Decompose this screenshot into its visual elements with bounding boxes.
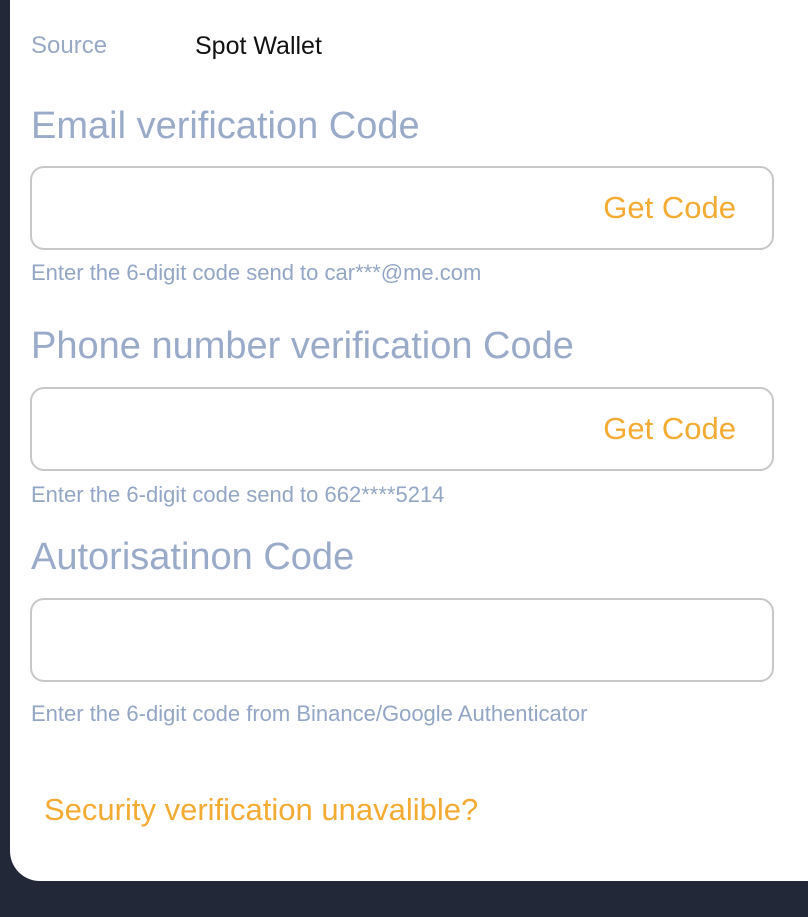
source-row: Source Spot Wallet [31, 30, 322, 62]
phone-code-input[interactable] [46, 403, 570, 457]
email-verification-title: Email verification Code [31, 105, 420, 147]
authenticator-title: Autorisatinon Code [31, 536, 355, 578]
authenticator-code-input[interactable] [46, 614, 570, 668]
verification-sheet: Source Spot Wallet Email verification Co… [10, 0, 808, 881]
security-verification-unavailable-link[interactable]: Security verification unavalible? [44, 790, 478, 830]
email-get-code-button[interactable]: Get Code [603, 168, 736, 248]
phone-code-hint: Enter the 6-digit code send to 662****52… [31, 482, 445, 507]
source-label: Source [31, 32, 108, 59]
email-code-hint: Enter the 6-digit code send to car***@me… [31, 260, 482, 285]
phone-code-field[interactable]: Get Code [30, 387, 774, 471]
email-code-input[interactable] [46, 182, 570, 236]
phone-verification-title: Phone number verification Code [31, 325, 574, 367]
email-code-field[interactable]: Get Code [30, 166, 774, 250]
authenticator-code-hint: Enter the 6-digit code from Binance/Goog… [31, 701, 588, 726]
phone-get-code-button[interactable]: Get Code [603, 389, 736, 469]
authenticator-code-field[interactable] [30, 598, 774, 682]
source-value: Spot Wallet [195, 31, 322, 60]
